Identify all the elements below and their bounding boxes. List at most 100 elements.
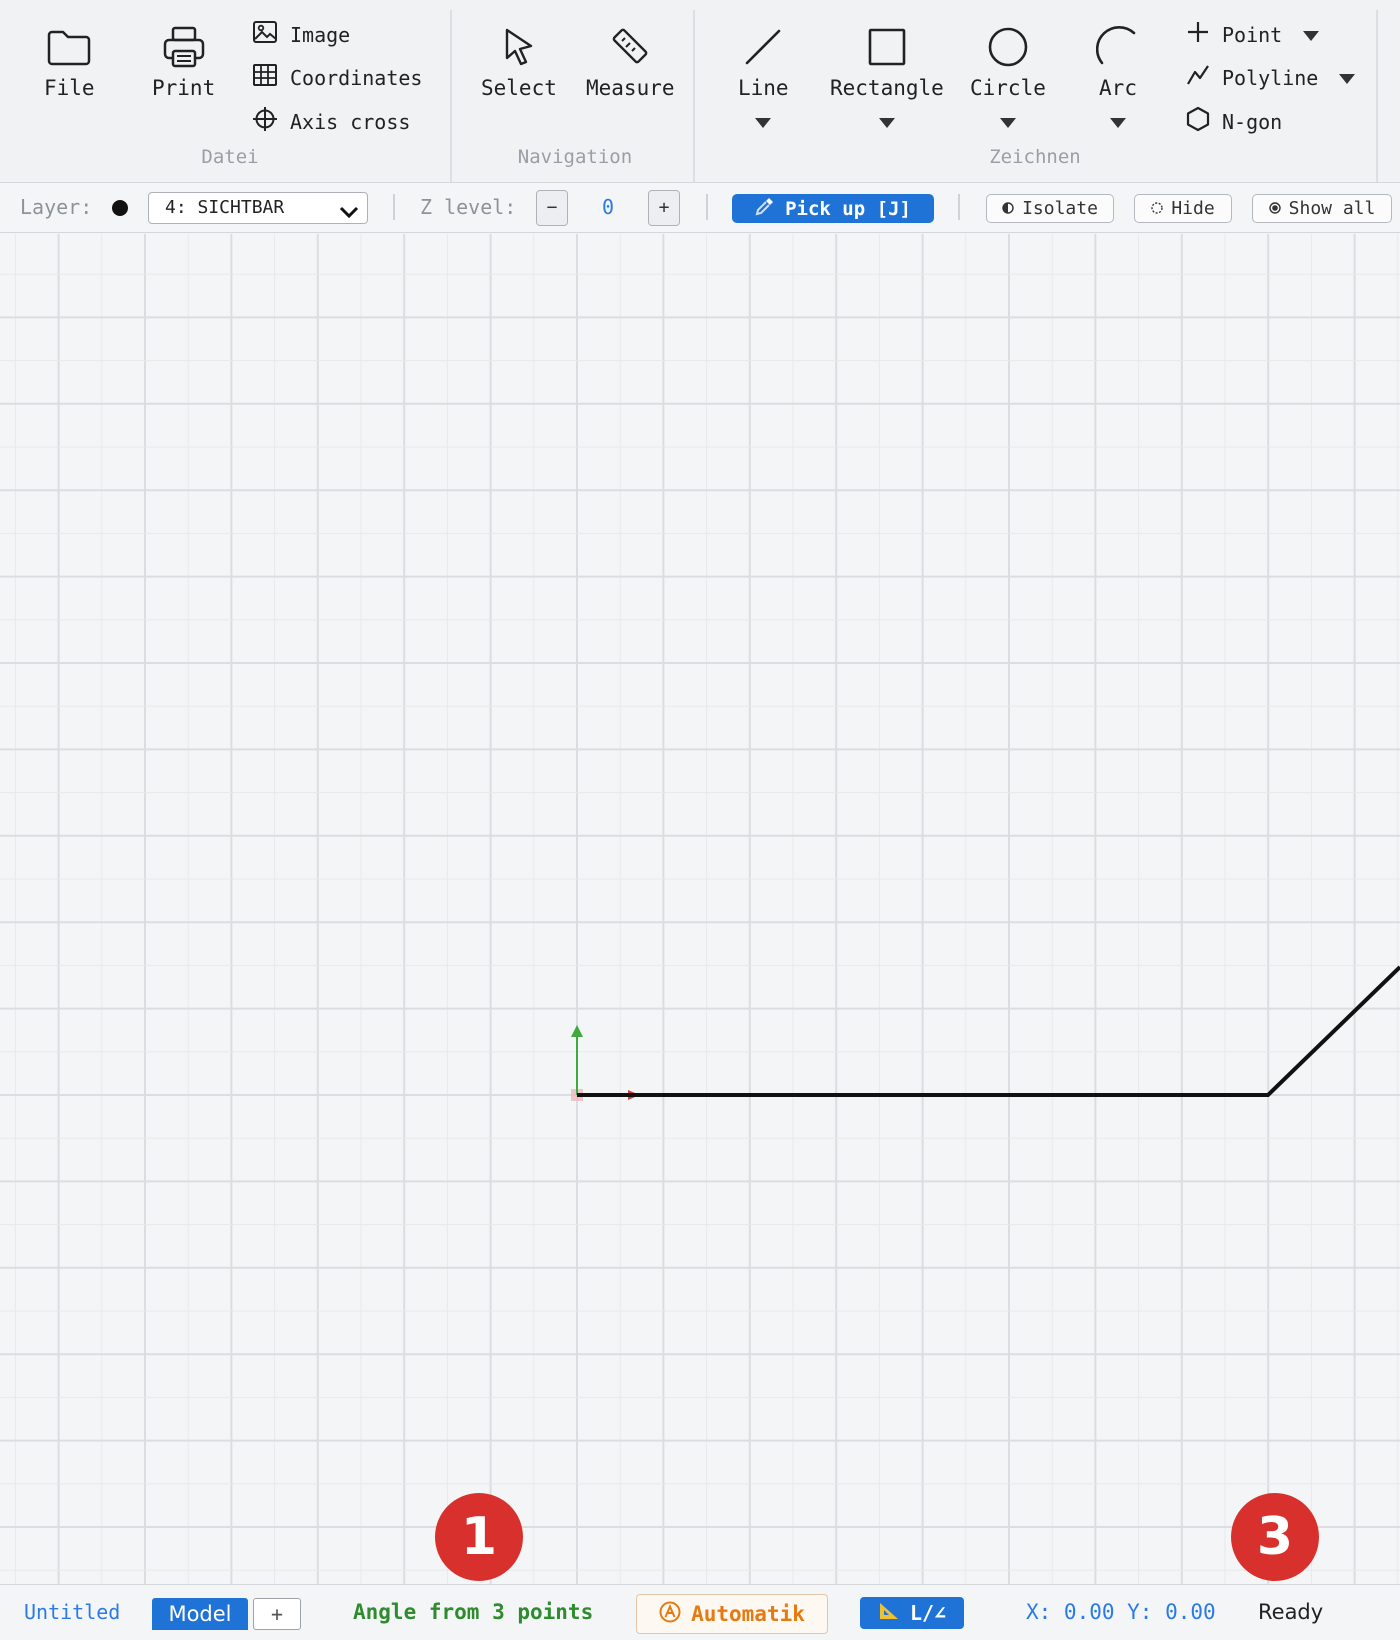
crosshair-icon — [252, 106, 278, 137]
show-all-label: Show all — [1288, 198, 1376, 219]
image-label: Image — [290, 22, 351, 47]
polyline-button[interactable]: Polyline — [1186, 63, 1356, 92]
chevron-down-icon[interactable] — [878, 114, 896, 133]
toolbar-divider — [393, 194, 395, 220]
snap-mode-button[interactable]: Automatik — [636, 1594, 828, 1634]
rectangle-button[interactable]: Rectangle — [830, 24, 944, 133]
pick-up-button[interactable]: Pick up [J] — [732, 194, 934, 223]
coordinates-label: Coordinates — [290, 65, 423, 90]
polyline-icon — [1186, 63, 1210, 92]
chevron-down-icon[interactable] — [1302, 23, 1320, 47]
hide-label: Hide — [1171, 198, 1215, 219]
chevron-down-icon[interactable] — [1109, 114, 1127, 133]
add-tab-button[interactable]: + — [253, 1598, 301, 1630]
z-level-decrease-button[interactable]: − — [536, 190, 568, 226]
line-icon — [741, 24, 785, 70]
grid-lines — [0, 234, 1400, 1584]
ortho-angle-label: L/∠ — [909, 1601, 947, 1625]
status-text: Ready — [1258, 1600, 1324, 1624]
axis-cross-label: Axis cross — [290, 109, 411, 134]
status-bar: Untitled Model + Angle from 3 points Aut… — [0, 1584, 1400, 1640]
eyedropper-icon — [755, 196, 775, 221]
chevron-down-icon[interactable] — [999, 114, 1017, 133]
pick-up-label: Pick up [J] — [785, 197, 911, 220]
origin-axes — [571, 1025, 640, 1101]
layer-color-dot-icon — [112, 200, 128, 216]
z-level-label: Z level: — [420, 195, 517, 219]
axis-cross-button[interactable]: Axis cross — [252, 106, 410, 137]
ruler-icon — [608, 24, 652, 70]
rectangle-label: Rectangle — [830, 76, 944, 100]
z-level-increase-button[interactable]: + — [648, 190, 680, 226]
group-label-datei: Datei — [201, 146, 259, 168]
coordinates-button[interactable]: Coordinates — [252, 63, 422, 92]
grid-table-icon — [252, 63, 278, 92]
isolate-button[interactable]: Isolate — [986, 194, 1114, 223]
hexagon-icon — [1186, 106, 1210, 137]
callout-badge: 3 — [1231, 1493, 1319, 1581]
group-divider — [450, 10, 452, 182]
circle-label: Circle — [970, 76, 1046, 100]
chevron-down-icon — [339, 200, 359, 230]
isolate-label: Isolate — [1022, 198, 1098, 219]
toolbar-divider — [706, 194, 708, 220]
print-button[interactable]: Print — [152, 24, 215, 100]
image-icon — [252, 20, 278, 49]
line-label: Line — [738, 76, 789, 100]
measure-label: Measure — [586, 76, 675, 100]
canvas-surface[interactable] — [0, 234, 1400, 1584]
drawing-canvas[interactable]: 1 3 — [0, 234, 1400, 1584]
callout-badge: 1 — [435, 1493, 523, 1581]
group-divider — [693, 10, 695, 182]
point-button[interactable]: Point — [1186, 20, 1320, 49]
group-label-zeichnen: Zeichnen — [989, 146, 1081, 168]
polyline-label: Polyline — [1222, 65, 1319, 90]
half-circle-icon — [1002, 198, 1014, 219]
print-label: Print — [152, 76, 216, 100]
circle-button[interactable]: Circle — [970, 24, 1046, 133]
layer-label: Layer: — [20, 195, 93, 219]
layer-toolbar: Layer: 4: SICHTBAR Z level: − 0 + Pick u… — [0, 183, 1400, 233]
chevron-down-icon[interactable] — [1338, 66, 1356, 90]
file-button[interactable]: File — [44, 24, 95, 100]
circled-a-icon — [659, 1601, 681, 1628]
select-button[interactable]: Select — [481, 24, 557, 100]
cursor-arrow-icon — [499, 24, 539, 70]
layer-select[interactable]: 4: SICHTBAR — [148, 192, 368, 224]
snap-mode-label: Automatik — [691, 1602, 805, 1626]
group-label-navigation: Navigation — [517, 146, 633, 168]
select-label: Select — [481, 76, 557, 100]
ribbon-toolbar: File Print Image Coordinates Axis cross … — [0, 0, 1400, 183]
arc-button[interactable]: Arc — [1096, 24, 1140, 133]
measure-button[interactable]: Measure — [586, 24, 675, 100]
ngon-button[interactable]: N-gon — [1186, 106, 1282, 137]
folder-icon — [46, 24, 92, 70]
line-button[interactable]: Line — [738, 24, 789, 133]
rectangle-icon — [866, 24, 908, 70]
drawn-polyline[interactable] — [577, 965, 1400, 1097]
group-divider — [1376, 10, 1378, 182]
z-level-value[interactable]: 0 — [590, 195, 626, 219]
point-label: Point — [1222, 22, 1283, 47]
plus-point-icon — [1186, 20, 1210, 49]
file-label: File — [44, 76, 95, 100]
printer-icon — [162, 24, 206, 70]
document-tab[interactable]: Untitled — [24, 1600, 120, 1624]
cursor-coordinates: X: 0.00 Y: 0.00 — [1026, 1600, 1216, 1624]
active-command-text: Angle from 3 points — [353, 1600, 594, 1624]
layer-select-value: 4: SICHTBAR — [165, 197, 285, 218]
ortho-angle-toggle[interactable]: L/∠ — [860, 1597, 964, 1629]
ngon-label: N-gon — [1222, 109, 1283, 134]
set-square-icon — [878, 1601, 900, 1626]
y-axis-arrowhead — [571, 1025, 583, 1037]
hide-button[interactable]: Hide — [1134, 194, 1232, 223]
chevron-down-icon[interactable] — [754, 114, 772, 133]
arc-label: Arc — [1099, 76, 1137, 100]
dashed-circle-icon — [1151, 198, 1164, 219]
toolbar-divider — [958, 194, 960, 220]
arc-icon — [1096, 24, 1140, 70]
image-button[interactable]: Image — [252, 20, 350, 49]
show-all-button[interactable]: Show all — [1252, 194, 1392, 223]
tab-model[interactable]: Model — [152, 1598, 248, 1630]
filled-circle-icon — [1268, 198, 1281, 219]
